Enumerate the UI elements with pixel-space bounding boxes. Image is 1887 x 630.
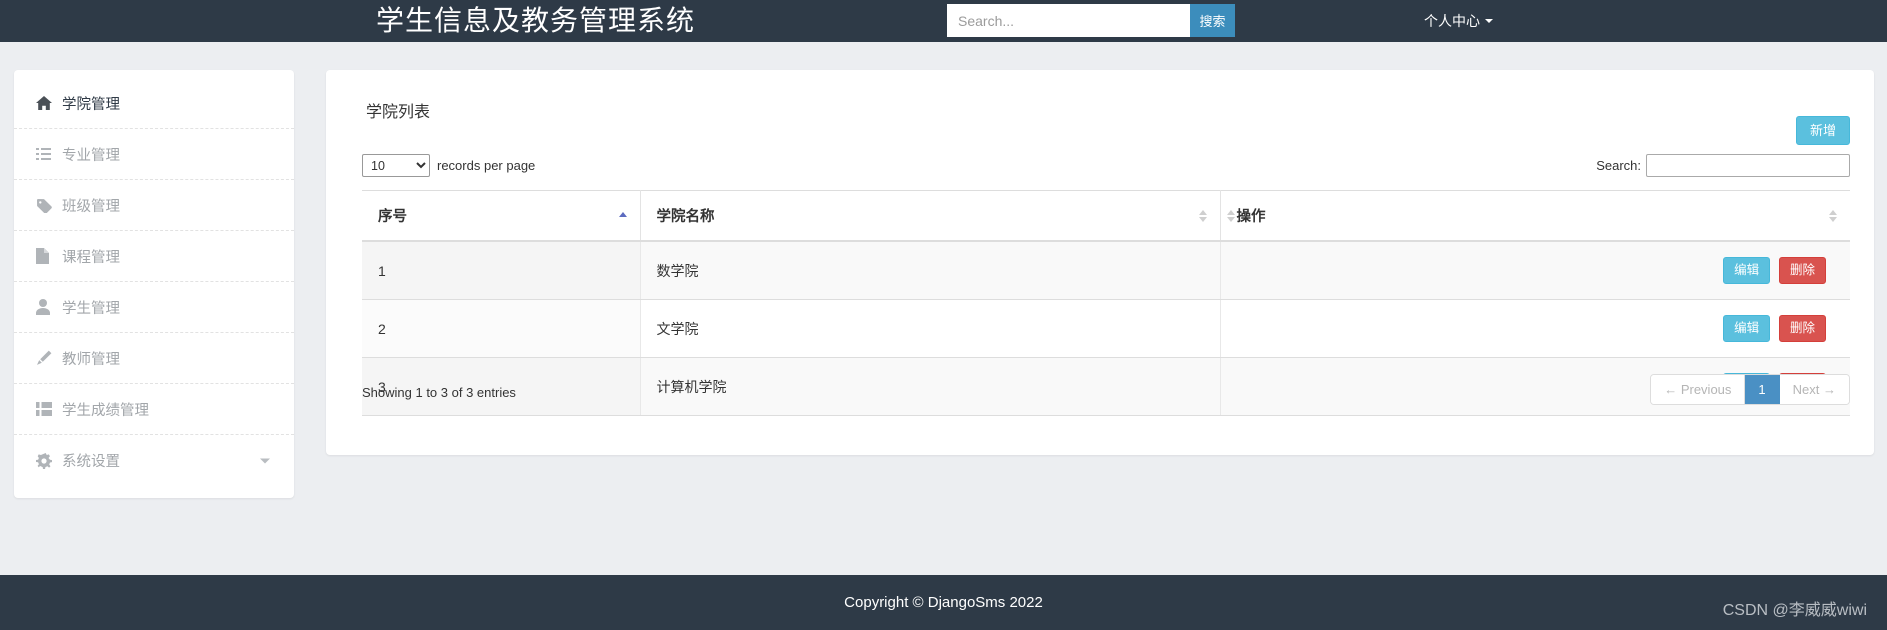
content-card: 学院列表 新增 10 records per page Search: 序号 学… xyxy=(326,70,1874,455)
navbar-search-button[interactable]: 搜索 xyxy=(1190,4,1235,37)
gear-icon xyxy=(36,452,58,469)
pencil-icon xyxy=(36,350,58,366)
sort-both-icon xyxy=(1226,209,1236,223)
sidebar-item-college[interactable]: 学院管理 xyxy=(14,78,294,129)
sidebar-item-label: 学生管理 xyxy=(62,300,120,317)
records-per-page-select[interactable]: 10 xyxy=(362,154,430,177)
navbar-search-input[interactable] xyxy=(947,4,1190,37)
cell-name: 计算机学院 xyxy=(640,357,1221,416)
home-icon xyxy=(36,95,58,111)
sort-both-icon xyxy=(1829,209,1838,223)
records-per-page-label: records per page xyxy=(437,158,536,173)
column-header-label: 学院名称 xyxy=(656,209,715,225)
table-info: Showing 1 to 3 of 3 entries xyxy=(362,385,516,400)
sidebar-item-label: 专业管理 xyxy=(62,147,120,164)
sort-ascending-icon xyxy=(618,209,628,223)
page-footer: Copyright © DjangoSms 2022 xyxy=(0,575,1887,630)
user-menu[interactable]: 个人中心 xyxy=(1424,11,1493,31)
pagination-previous[interactable]: ← Previous xyxy=(1651,375,1746,404)
table-header-row: 序号 学院名称 操作 xyxy=(362,190,1850,242)
navbar-search-group: 搜索 xyxy=(947,4,1235,37)
columns-icon xyxy=(36,402,58,416)
delete-button[interactable]: 删除 xyxy=(1778,315,1826,342)
list-icon xyxy=(36,147,58,161)
sidebar-item-label: 学院管理 xyxy=(62,96,120,113)
column-header-index[interactable]: 序号 xyxy=(362,190,641,242)
table-search-label: Search: xyxy=(1596,158,1641,173)
column-header-label: 序号 xyxy=(378,209,407,225)
pagination: ← Previous 1 Next → xyxy=(1650,374,1850,405)
delete-button[interactable]: 删除 xyxy=(1778,257,1826,284)
sidebar-item-class[interactable]: 班级管理 xyxy=(14,180,294,231)
app-root: 学生信息及教务管理系统 搜索 个人中心 学院管理 xyxy=(0,0,1887,630)
table-head: 序号 学院名称 操作 xyxy=(362,190,1850,242)
sidebar-item-major[interactable]: 专业管理 xyxy=(14,129,294,180)
pagination-next[interactable]: Next → xyxy=(1779,375,1849,404)
pagination-page-1[interactable]: 1 xyxy=(1745,375,1780,404)
top-navbar: 学生信息及教务管理系统 搜索 个人中心 xyxy=(0,0,1887,42)
cell-index: 2 xyxy=(362,299,641,358)
user-icon xyxy=(36,299,58,315)
sidebar: 学院管理 专业管理 班级管理 课程管理 学生管理 教师管理 学生成绩管理 系统设… xyxy=(14,70,294,498)
cell-name: 数学院 xyxy=(640,241,1221,300)
app-title: 学生信息及教务管理系统 xyxy=(376,5,696,36)
table-row[interactable]: 2 文学院 编辑 删除 xyxy=(362,299,1850,358)
cell-name: 文学院 xyxy=(640,299,1221,358)
sidebar-item-label: 教师管理 xyxy=(62,351,120,368)
page-title: 学院列表 xyxy=(366,104,431,121)
sidebar-item-course[interactable]: 课程管理 xyxy=(14,231,294,282)
sidebar-item-student[interactable]: 学生管理 xyxy=(14,282,294,333)
column-header-label: 操作 xyxy=(1236,209,1266,225)
chevron-down-icon xyxy=(1485,19,1493,23)
column-header-name[interactable]: 学院名称 xyxy=(640,190,1221,242)
add-button[interactable]: 新增 xyxy=(1795,116,1850,145)
sidebar-item-settings[interactable]: 系统设置 xyxy=(14,435,294,486)
sidebar-item-teacher[interactable]: 教师管理 xyxy=(14,333,294,384)
sidebar-item-label: 学生成绩管理 xyxy=(62,402,149,419)
college-table: 序号 学院名称 操作 1 数学院 编辑 删除 2 文学院 编辑 删除 3 计算机… xyxy=(362,190,1850,416)
sort-both-icon xyxy=(1198,209,1208,223)
sidebar-item-label: 班级管理 xyxy=(62,198,120,215)
user-menu-label: 个人中心 xyxy=(1424,13,1480,29)
table-row[interactable]: 1 数学院 编辑 删除 xyxy=(362,241,1850,300)
page-length-group: 10 records per page xyxy=(362,154,535,177)
watermark-text: CSDN @李威威wiwi xyxy=(1722,602,1867,619)
table-body: 1 数学院 编辑 删除 2 文学院 编辑 删除 3 计算机学院 xyxy=(362,241,1850,416)
edit-button[interactable]: 编辑 xyxy=(1723,315,1771,342)
tag-icon xyxy=(36,198,58,213)
sidebar-item-grades[interactable]: 学生成绩管理 xyxy=(14,384,294,435)
chevron-down-icon xyxy=(260,458,270,463)
table-row[interactable]: 3 计算机学院 编辑 删除 xyxy=(362,357,1850,416)
table-toolbar: 10 records per page Search: xyxy=(362,154,1850,180)
sidebar-item-label: 课程管理 xyxy=(62,249,120,266)
edit-button[interactable]: 编辑 xyxy=(1723,257,1771,284)
cell-actions: 编辑 删除 xyxy=(1220,241,1850,300)
file-icon xyxy=(36,248,58,264)
cell-index: 1 xyxy=(362,241,641,300)
cell-actions: 编辑 删除 xyxy=(1220,299,1850,358)
column-header-actions[interactable]: 操作 xyxy=(1220,190,1850,242)
table-search-input[interactable] xyxy=(1646,154,1850,177)
table-filter-group: Search: xyxy=(1596,154,1850,177)
sidebar-item-label: 系统设置 xyxy=(62,454,120,470)
copyright-text: Copyright © DjangoSms 2022 xyxy=(844,594,1043,611)
